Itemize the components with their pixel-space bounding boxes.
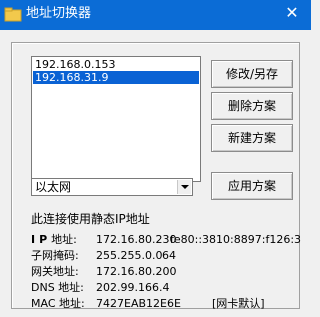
mac-label: MAC 地址: <box>31 297 85 310</box>
dns-value: 202.99.166.4 <box>96 281 170 294</box>
adapter-select[interactable]: 以太网 <box>31 178 193 196</box>
dns-label: DNS 地址: <box>31 281 84 294</box>
ipv6-value: fe80::3810:8897:f126:3 <box>170 233 302 246</box>
mac-value: 7427EAB12E6E <box>96 297 181 310</box>
mac-row: MAC 地址: 7427EAB12E6E [网卡默认] <box>31 296 311 311</box>
profile-item[interactable]: 192.168.0.153 <box>33 58 199 71</box>
gateway-row: 网关地址: 172.16.80.200 <box>31 264 311 279</box>
ip-label: IP地址: <box>31 233 77 246</box>
mask-label: 子网掩码: <box>31 249 79 262</box>
apply-profile-button[interactable]: 应用方案 <box>211 172 293 200</box>
connection-status: 此连接使用静态IP地址 <box>31 212 150 226</box>
new-profile-button[interactable]: 新建方案 <box>211 124 293 152</box>
chevron-down-icon[interactable] <box>177 180 191 194</box>
profile-list[interactable]: 192.168.0.153 192.168.31.9 <box>31 56 201 182</box>
prefix-value: 64 <box>162 249 176 262</box>
gateway-label: 网关地址: <box>31 265 79 278</box>
close-icon[interactable]: ✕ <box>283 4 301 22</box>
profile-item-selected[interactable]: 192.168.31.9 <box>33 71 199 84</box>
gateway-value: 172.16.80.200 <box>96 265 177 278</box>
modify-save-button[interactable]: 修改/另存 <box>211 60 293 88</box>
title-bar[interactable]: 地址切换器 ✕ <box>0 0 311 30</box>
ip-row: IP地址: 172.16.80.230 fe80::3810:8897:f126… <box>31 232 311 247</box>
folder-icon <box>4 7 22 22</box>
mask-value: 255.255.0.0 <box>96 249 163 262</box>
mask-row: 子网掩码: 255.255.0.0 64 <box>31 248 311 263</box>
ip-value: 172.16.80.230 <box>96 233 177 246</box>
nic-default-link[interactable]: [网卡默认] <box>212 296 265 311</box>
delete-profile-button[interactable]: 删除方案 <box>211 92 293 120</box>
adapter-select-value: 以太网 <box>35 180 72 194</box>
dns-row: DNS 地址: 202.99.166.4 <box>31 280 311 295</box>
window-title: 地址切换器 <box>26 6 92 21</box>
